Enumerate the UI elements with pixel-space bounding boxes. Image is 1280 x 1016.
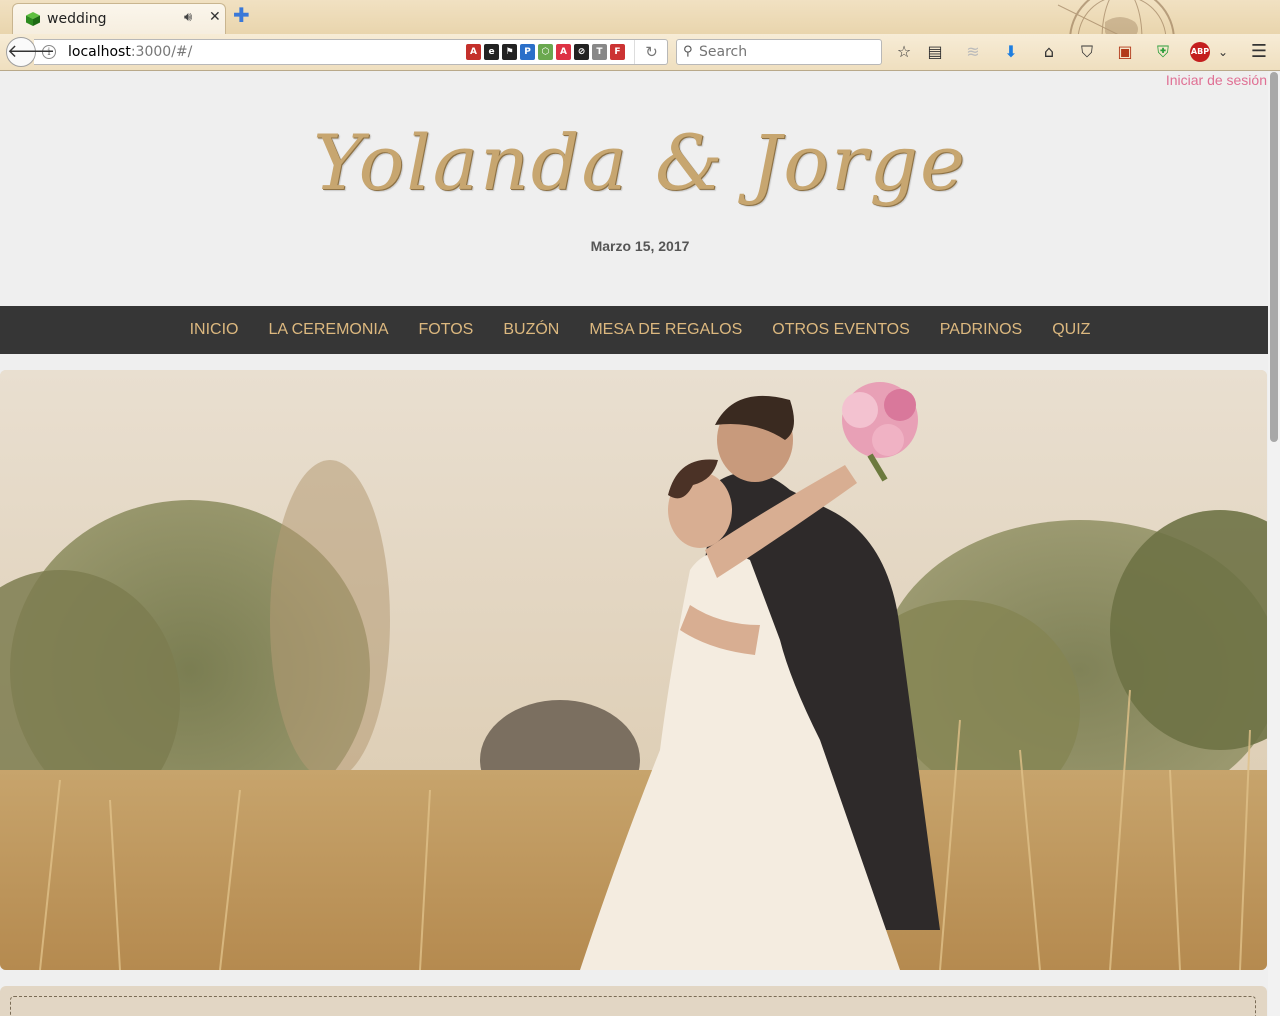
ember-icon[interactable]: e [484,44,499,60]
flag-icon[interactable]: ⚑ [502,44,517,60]
nav-item-quiz[interactable]: QUIZ [1052,321,1090,339]
home-icon[interactable]: ⌂ [1038,41,1060,63]
nav-item-mesa-de-regalos[interactable]: MESA DE REGALOS [589,321,742,339]
node-icon[interactable]: ⬡ [538,44,553,60]
back-button[interactable]: 🡐 [6,37,55,67]
speaker-icon[interactable]: 🔊︎ [184,10,192,25]
page-title: Yolanda & Jorge [313,118,967,207]
bookmark-star-icon[interactable]: ☆ [893,41,915,63]
search-box[interactable]: ⚲ [676,39,882,65]
compass-icon[interactable]: ⊘ [574,44,589,60]
search-icon: ⚲ [683,44,693,59]
nav-item-fotos[interactable]: FOTOS [419,321,474,339]
angular-icon[interactable]: A [466,44,481,60]
extension-icons: Ae ⚑ P ⬡ A ⊘ T F [466,44,625,62]
scrollbar[interactable] [1268,72,1280,1016]
chevron-down-icon[interactable]: ⌄ [1212,41,1234,63]
nav-item-buzón[interactable]: BUZÓN [503,321,559,339]
dashed-box [10,996,1256,1016]
extension-square-icon[interactable]: ▣ [1114,41,1136,63]
menu-icon[interactable]: ☰ [1248,41,1270,63]
wedding-date: Marzo 15, 2017 [590,238,690,254]
nav-item-la-ceremonia[interactable]: LA CEREMONIA [268,321,388,339]
login-link[interactable]: Iniciar de sesión [1166,72,1267,88]
pocket-icon[interactable]: ⛉ [1076,41,1098,63]
tab-title: wedding [47,11,107,27]
url-text[interactable]: localhost:3000/#/ [68,44,192,60]
nav-item-padrinos[interactable]: PADRINOS [940,321,1022,339]
reload-icon[interactable]: ↻ [634,40,668,64]
pocket-list-icon[interactable]: ≋ [962,41,984,63]
hero-photo [0,370,1267,970]
content-panel [0,986,1267,1016]
browser-tab[interactable]: wedding 🔊︎ ✕ [12,3,226,34]
main-navigation: INICIO LA CEREMONIA FOTOS BUZÓN MESA DE REGA… [0,306,1280,354]
url-bar[interactable]: i localhost:3000/#/ Ae ⚑ P ⬡ A ⊘ T F ↻ [34,39,668,65]
firebug-icon[interactable]: F [610,44,625,60]
tinymce-icon[interactable]: T [592,44,607,60]
adblock-icon[interactable]: ABP [1190,42,1210,62]
scrollbar-thumb[interactable] [1270,72,1278,442]
new-tab-button[interactable]: ✚ [233,5,250,25]
nav-item-otros-eventos[interactable]: OTROS EVENTOS [772,321,910,339]
close-icon[interactable]: ✕ [209,9,221,25]
cube-icon [26,12,40,26]
download-icon[interactable]: ⬇ [1000,41,1022,63]
angular2-icon[interactable]: A [556,44,571,60]
reader-list-icon[interactable]: ▤ [924,41,946,63]
browser-toolbar: i localhost:3000/#/ Ae⚑P⬡A⊘TF ↻ 🡐 ⚲ ☆ ▤ … [0,34,1280,71]
p-icon[interactable]: P [520,44,535,60]
tab-strip: wedding 🔊︎ ✕ ✚ [0,0,1280,70]
shield-icon[interactable]: ⛨ [1152,41,1174,63]
nav-item-inicio[interactable]: INICIO [190,321,239,339]
search-input[interactable] [699,43,877,61]
